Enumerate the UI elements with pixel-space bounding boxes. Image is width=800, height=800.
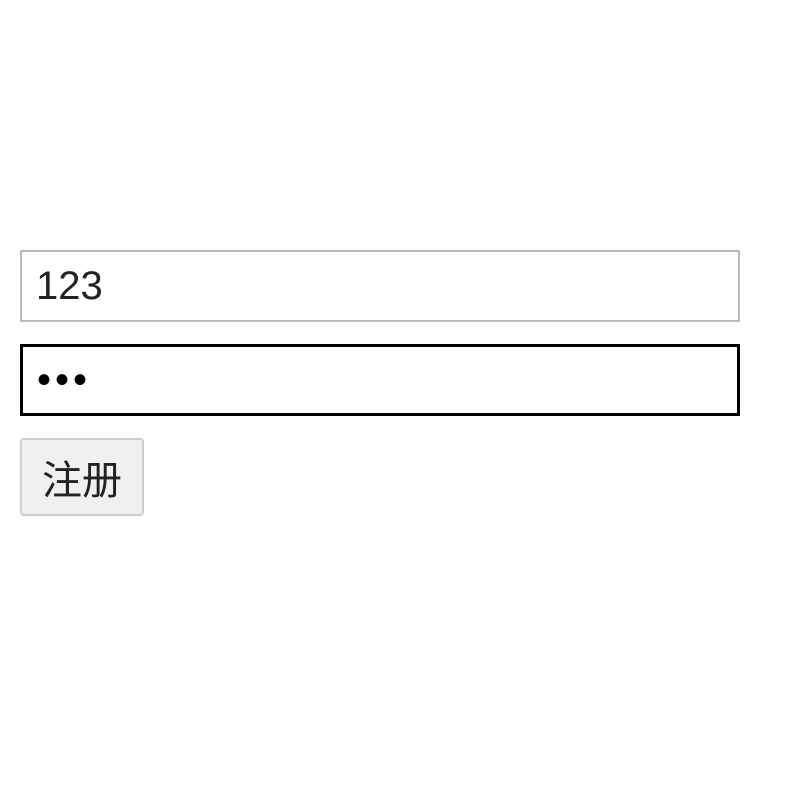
register-button[interactable]: 注册 [20, 438, 144, 516]
register-form: 注册 [20, 250, 760, 516]
username-input[interactable] [20, 250, 740, 322]
password-input[interactable] [20, 344, 740, 416]
